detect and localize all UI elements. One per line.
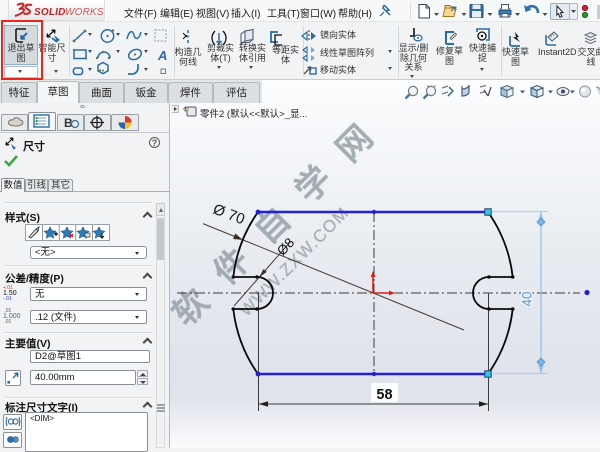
svg-text:Ø8: Ø8 — [274, 235, 297, 258]
svg-text:Ø 70: Ø 70 — [211, 201, 247, 229]
svg-text:A: A — [157, 48, 167, 63]
svg-text:WORKS: WORKS — [65, 7, 104, 18]
svg-text:40: 40 — [520, 291, 535, 306]
svg-text:58: 58 — [376, 387, 392, 403]
svg-text:SOLID: SOLID — [34, 7, 66, 18]
